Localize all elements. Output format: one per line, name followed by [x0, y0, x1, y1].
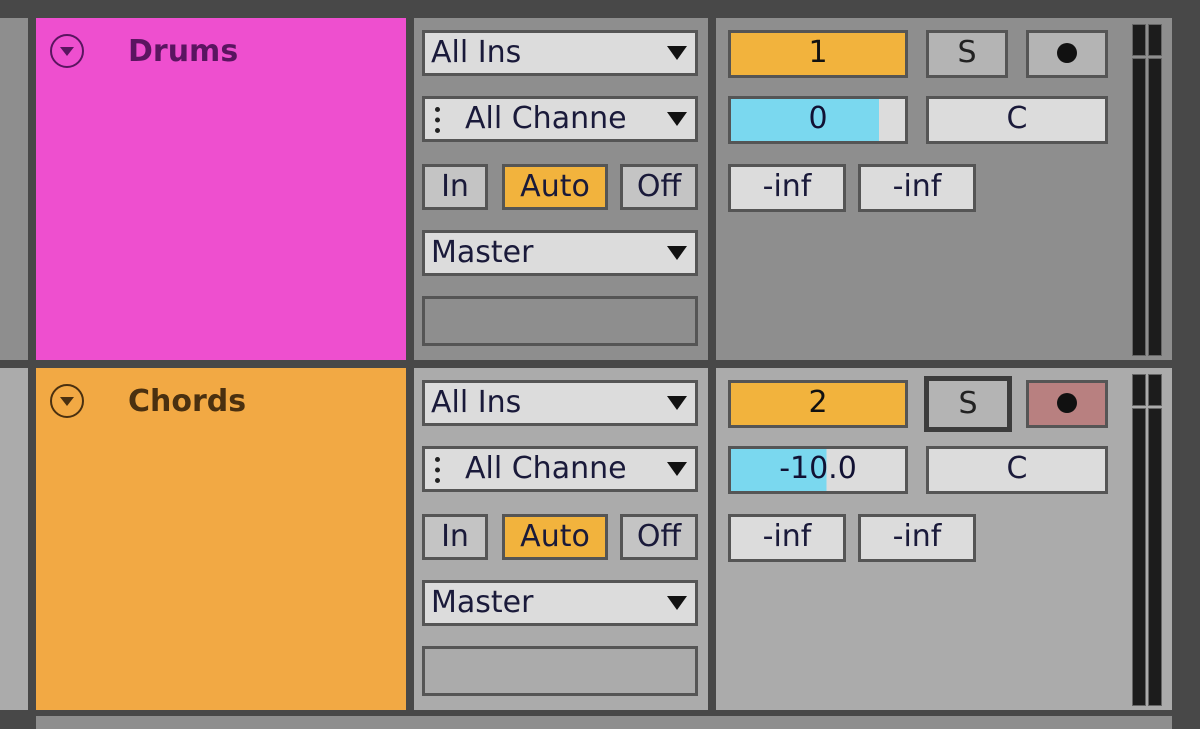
send-a-knob[interactable]: -inf [728, 514, 846, 562]
dropdown-arrow-icon [667, 462, 687, 476]
dropdown-arrow-icon [667, 246, 687, 260]
monitor-off-button[interactable]: Off [620, 164, 698, 210]
arm-button[interactable] [1026, 30, 1108, 78]
track-chords: Chords All Ins All Channe In Auto Off Ma… [0, 368, 1172, 710]
level-meter-left [1132, 58, 1146, 356]
output-dropdown[interactable]: Master [422, 580, 698, 626]
level-meter-right [1148, 408, 1162, 706]
track-name[interactable]: Chords [128, 384, 246, 419]
track-activator-button[interactable]: 1 [728, 30, 908, 78]
output-label: Master [431, 585, 534, 620]
level-meter-right [1148, 374, 1162, 406]
track-header[interactable]: Chords [36, 368, 406, 710]
volume-slider[interactable]: 0 [728, 96, 908, 144]
input-type-label: All Ins [431, 385, 522, 420]
send-b-knob[interactable]: -inf [858, 164, 976, 212]
solo-button[interactable]: S [926, 30, 1008, 78]
volume-slider[interactable]: -10.0 [728, 446, 908, 494]
level-meter-left [1132, 374, 1146, 406]
level-meter-left [1132, 24, 1146, 56]
level-meter-left [1132, 408, 1146, 706]
track-header[interactable]: Drums [36, 18, 406, 360]
monitor-auto-button[interactable]: Auto [502, 514, 608, 560]
bottom-track-area [36, 716, 1172, 729]
output-dropdown[interactable]: Master [422, 230, 698, 276]
monitor-in-button[interactable]: In [422, 514, 488, 560]
io-section: All Ins All Channe In Auto Off Master [414, 18, 708, 360]
monitor-auto-button[interactable]: Auto [502, 164, 608, 210]
level-meter-right [1148, 58, 1162, 356]
level-meter-right [1148, 24, 1162, 56]
io-section: All Ins All Channe In Auto Off Master [414, 368, 708, 710]
dropdown-arrow-icon [667, 112, 687, 126]
solo-button[interactable]: S [924, 376, 1012, 432]
pan-slider[interactable]: C [926, 96, 1108, 144]
input-channel-label: All Channe [465, 451, 627, 486]
input-channel-label: All Channe [465, 101, 627, 136]
mixer-section: 1 S 0 C -inf -inf [716, 18, 1172, 360]
dropdown-arrow-icon [667, 46, 687, 60]
input-type-label: All Ins [431, 35, 522, 70]
output-channel-field[interactable] [422, 646, 698, 696]
channel-grip-icon [435, 457, 445, 483]
output-channel-field[interactable] [422, 296, 698, 346]
arm-button[interactable] [1026, 380, 1108, 428]
monitor-in-button[interactable]: In [422, 164, 488, 210]
input-channel-dropdown[interactable]: All Channe [422, 446, 698, 492]
input-type-dropdown[interactable]: All Ins [422, 30, 698, 76]
mixer-section: 2 S -10.0 C -inf -inf [716, 368, 1172, 710]
dropdown-arrow-icon [667, 596, 687, 610]
track-drums: Drums All Ins All Channe In Auto Off Mas… [0, 18, 1172, 360]
disclosure-triangle-icon[interactable] [50, 34, 84, 68]
monitor-off-button[interactable]: Off [620, 514, 698, 560]
send-b-knob[interactable]: -inf [858, 514, 976, 562]
channel-grip-icon [435, 107, 445, 133]
pan-slider[interactable]: C [926, 446, 1108, 494]
track-name[interactable]: Drums [128, 34, 238, 69]
record-arm-icon [1057, 43, 1077, 63]
track-activator-button[interactable]: 2 [728, 380, 908, 428]
input-type-dropdown[interactable]: All Ins [422, 380, 698, 426]
disclosure-triangle-icon[interactable] [50, 384, 84, 418]
send-a-knob[interactable]: -inf [728, 164, 846, 212]
record-arm-icon [1057, 393, 1077, 413]
output-label: Master [431, 235, 534, 270]
dropdown-arrow-icon [667, 396, 687, 410]
input-channel-dropdown[interactable]: All Channe [422, 96, 698, 142]
